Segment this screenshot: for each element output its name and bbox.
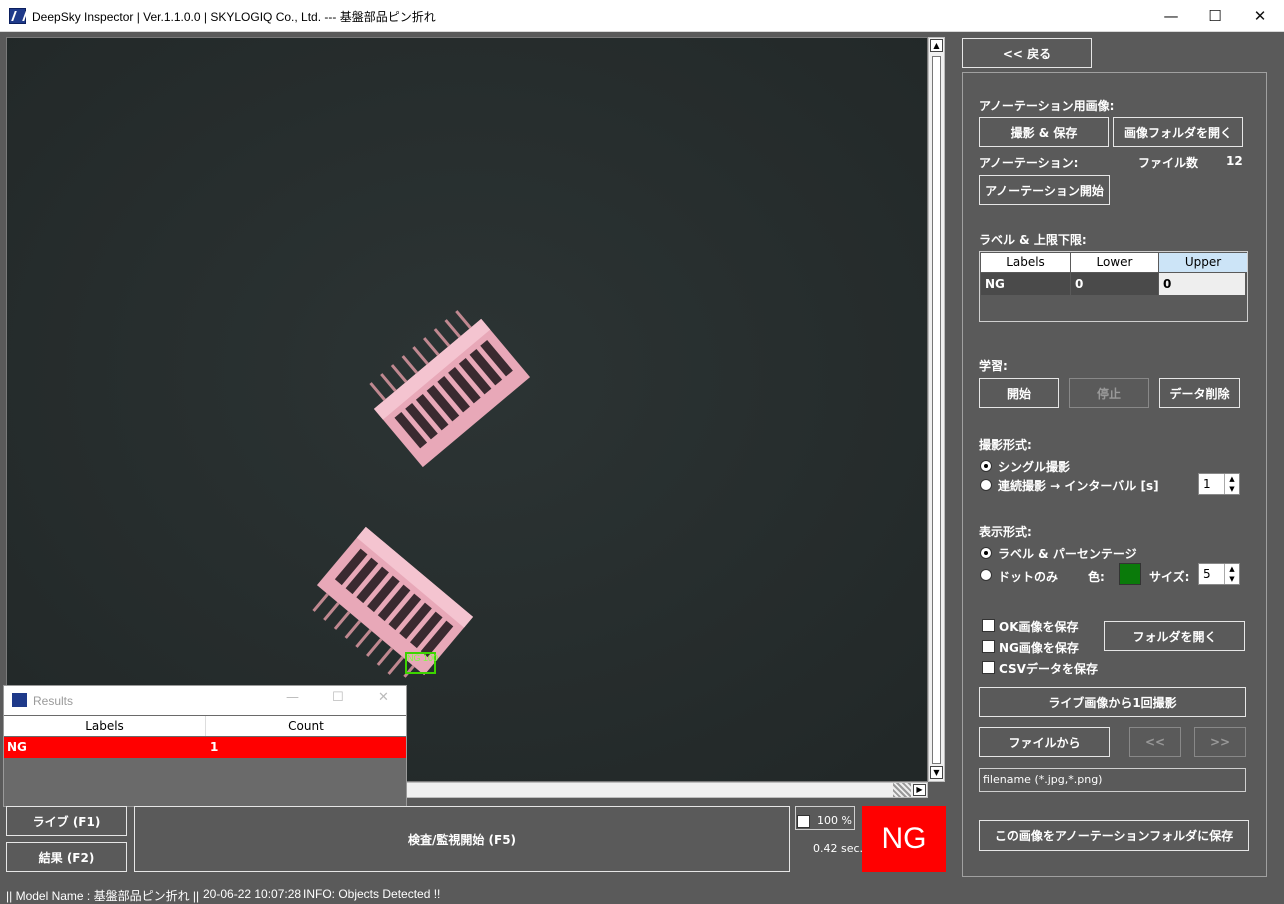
dot-only-radio[interactable] [980, 569, 992, 581]
learning-start-button[interactable]: 開始 [979, 378, 1059, 408]
display-mode-label: 表示形式: [979, 525, 1032, 539]
continuous-capture-radio[interactable] [980, 479, 992, 491]
label-percentage-label: ラベル & パーセンテージ [998, 547, 1137, 561]
file-count-label: ファイル数 [1138, 156, 1199, 170]
scroll-down-icon[interactable]: ▼ [930, 766, 943, 779]
capture-save-button[interactable]: 撮影 & 保存 [979, 117, 1109, 147]
results-maximize-button[interactable]: ☐ [332, 690, 344, 705]
result-label: NG [7, 740, 27, 754]
column-header-count[interactable]: Count [206, 716, 406, 736]
save-ng-checkbox[interactable] [982, 640, 995, 653]
maximize-button[interactable]: ☐ [1192, 0, 1238, 31]
label-limits-table[interactable]: Labels Lower Upper NG 0 0 [979, 251, 1248, 322]
zoom-box [795, 806, 855, 830]
horizontal-scrollbar[interactable]: ▶ [405, 782, 928, 798]
results-window[interactable]: Results — ☐ ✕ Labels Count NG 1 [3, 685, 407, 807]
app-logo-icon [9, 8, 26, 24]
results-title: Results [33, 694, 74, 708]
stepper-arrows-icon[interactable]: ▲ ▼ [1224, 564, 1239, 584]
close-button[interactable]: ✕ [1237, 0, 1283, 31]
limit-upper-cell[interactable]: 0 [1159, 273, 1245, 295]
size-label: サイズ: [1149, 570, 1190, 584]
annotation-start-button[interactable]: アノーテーション開始 [979, 175, 1110, 205]
camera-image-view[interactable]: NG 100 [6, 37, 928, 782]
camera-image [7, 38, 927, 781]
resize-grip[interactable] [893, 783, 911, 797]
prev-image-button[interactable]: << [1129, 727, 1181, 757]
scroll-right-icon[interactable]: ▶ [913, 784, 926, 796]
window-title: DeepSky Inspector | Ver.1.1.0.0 | SKYLOG… [32, 10, 436, 24]
limit-lower-cell[interactable]: 0 [1071, 273, 1158, 295]
results-title-bar[interactable]: Results — ☐ ✕ [4, 686, 406, 715]
save-to-annotation-button[interactable]: この画像をアノーテーションフォルダに保存 [979, 820, 1249, 851]
results-minimize-button[interactable]: — [286, 690, 299, 705]
from-file-button[interactable]: ファイルから [979, 727, 1110, 757]
color-label: 色: [1088, 570, 1105, 584]
label-percentage-radio[interactable] [980, 547, 992, 559]
learning-label: 学習: [979, 359, 1008, 373]
result-count: 1 [210, 740, 219, 754]
column-header-upper[interactable]: Upper [1159, 253, 1247, 272]
capture-mode-label: 撮影形式: [979, 438, 1032, 452]
file-count-value: 12 [1226, 154, 1243, 168]
results-button[interactable]: 結果 (F2) [6, 842, 127, 872]
single-capture-radio[interactable] [980, 460, 992, 472]
column-header-labels[interactable]: Labels [4, 716, 206, 736]
save-ok-checkbox[interactable] [982, 619, 995, 632]
interval-stepper[interactable]: 1 ▲ ▼ [1198, 473, 1240, 495]
column-header-lower[interactable]: Lower [1071, 253, 1158, 272]
learning-stop-button[interactable]: 停止 [1069, 378, 1149, 408]
save-csv-label: CSVデータを保存 [999, 662, 1098, 676]
app-logo-icon [12, 693, 27, 707]
next-image-button[interactable]: >> [1194, 727, 1246, 757]
open-folder-button[interactable]: フォルダを開く [1104, 621, 1245, 651]
capture-once-button[interactable]: ライブ画像から1回撮影 [979, 687, 1246, 717]
size-stepper[interactable]: 5 ▲ ▼ [1198, 563, 1240, 585]
verdict-badge: NG [862, 806, 946, 872]
scroll-up-icon[interactable]: ▲ [930, 39, 943, 52]
elapsed-time: 0.42 sec. [813, 842, 864, 855]
status-model: || Model Name : 基盤部品ピン折れ || [6, 889, 200, 903]
delete-data-button[interactable]: データ削除 [1159, 378, 1240, 408]
results-close-button[interactable]: ✕ [378, 690, 389, 705]
save-ng-label: NG画像を保存 [999, 641, 1079, 655]
continuous-capture-label: 連続撮影 → インターバル [s] [998, 479, 1159, 493]
back-button[interactable]: << 戻る [962, 38, 1092, 68]
column-header-labels[interactable]: Labels [981, 253, 1070, 272]
vertical-scrollbar[interactable]: ▲ ▼ [928, 37, 945, 782]
filename-field[interactable]: filename (*.jpg,*.png) [979, 768, 1246, 792]
save-csv-checkbox[interactable] [982, 661, 995, 674]
save-ok-label: OK画像を保存 [999, 620, 1079, 634]
table-row[interactable]: NG 1 [4, 737, 406, 758]
live-button[interactable]: ライブ (F1) [6, 806, 127, 836]
stepper-arrows-icon[interactable]: ▲ ▼ [1224, 474, 1239, 494]
dot-color-swatch[interactable] [1119, 563, 1141, 585]
status-bar: || Model Name : 基盤部品ピン折れ || 20-06-22 10:… [0, 884, 1284, 904]
status-timestamp: 20-06-22 10:07:28 [203, 887, 302, 901]
detection-label: NG 100 [407, 653, 439, 663]
single-capture-label: シングル撮影 [998, 460, 1071, 474]
open-image-folder-button[interactable]: 画像フォルダを開く [1113, 117, 1243, 147]
label-limits-label: ラベル & 上限下限: [979, 233, 1087, 247]
size-value: 5 [1203, 567, 1211, 581]
scroll-thumb[interactable] [932, 56, 941, 764]
dot-only-label: ドットのみ [998, 570, 1059, 584]
minimize-button[interactable]: — [1148, 0, 1194, 31]
results-table-header: Labels Count [4, 716, 406, 736]
annotation-label: アノーテーション: [979, 156, 1079, 170]
interval-value: 1 [1203, 477, 1211, 491]
inspect-start-button[interactable]: 検査/監視開始 (F5) [134, 806, 790, 872]
title-bar: DeepSky Inspector | Ver.1.1.0.0 | SKYLOG… [0, 0, 1284, 32]
status-info: INFO: Objects Detected !! [303, 887, 441, 901]
annotation-image-label: アノーテーション用画像: [979, 99, 1115, 113]
limit-label-cell[interactable]: NG [981, 273, 1070, 295]
